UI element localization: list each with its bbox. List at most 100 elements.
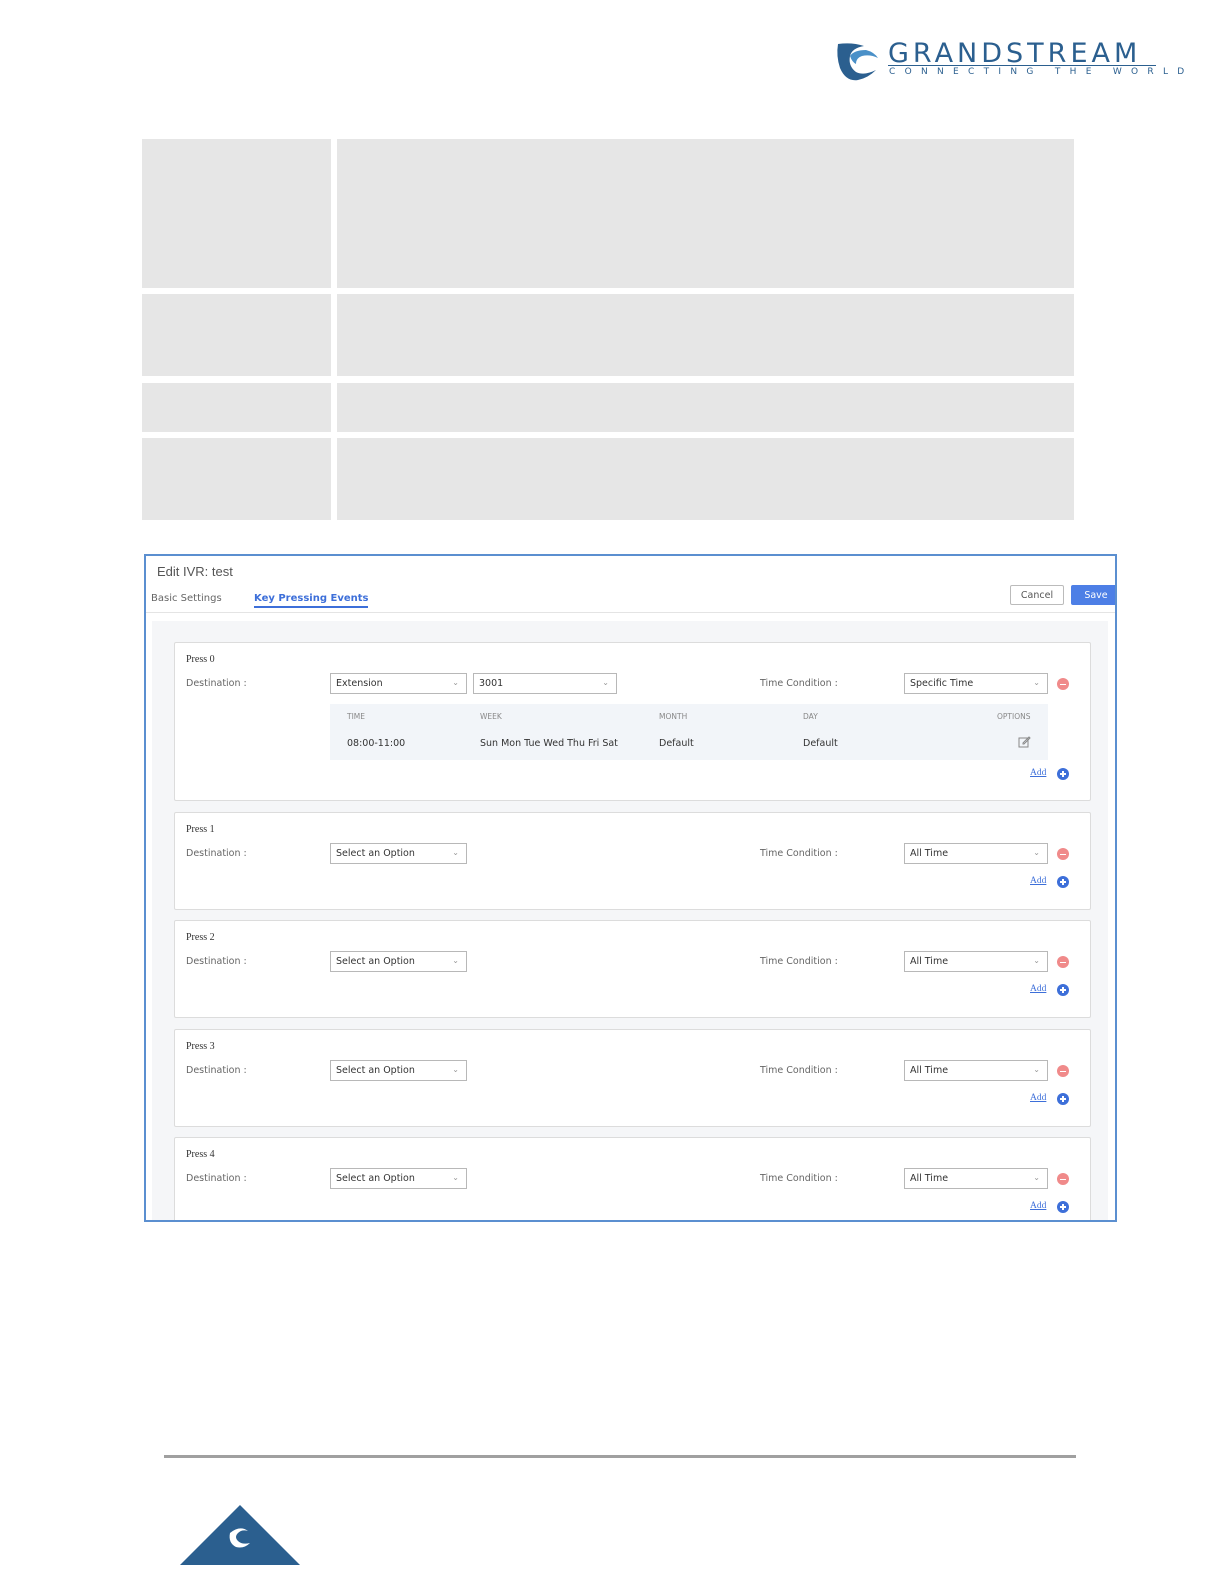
tab-key-pressing-events[interactable]: Key Pressing Events (254, 593, 369, 608)
table-header-week: WEEK (480, 712, 502, 721)
chevron-down-icon: ⌄ (452, 848, 459, 857)
destination-label: Destination : (186, 678, 247, 689)
destination-value: Extension (336, 678, 383, 689)
day-cell: Default (803, 738, 838, 749)
footer-divider (164, 1455, 1076, 1458)
table-cell (337, 438, 1074, 520)
table-header-time: TIME (347, 712, 366, 721)
time-condition-label: Time Condition : (760, 1173, 838, 1184)
destination-select[interactable]: Select an Option ⌄ (330, 843, 467, 864)
week-cell: Sun Mon Tue Wed Thu Fri Sat (480, 738, 618, 749)
table-row (142, 383, 1074, 432)
table-row (142, 294, 1074, 376)
chevron-down-icon: ⌄ (1033, 848, 1040, 857)
destination-value: Select an Option (336, 956, 415, 967)
table-cell (142, 139, 331, 288)
press-item: Press 3 Destination : Select an Option ⌄… (174, 1029, 1091, 1127)
table-header-options: OPTIONS (997, 712, 1031, 721)
time-condition-select[interactable]: All Time ⌄ (904, 951, 1048, 972)
time-condition-label: Time Condition : (760, 1065, 838, 1076)
time-condition-select[interactable]: Specific Time ⌄ (904, 673, 1048, 694)
destination-label: Destination : (186, 956, 247, 967)
add-icon[interactable] (1057, 1093, 1069, 1105)
remove-icon[interactable] (1057, 848, 1069, 860)
press-title: Press 3 (186, 1041, 215, 1052)
add-icon[interactable] (1057, 984, 1069, 996)
add-link[interactable]: Add (1030, 768, 1046, 778)
press-title: Press 0 (186, 654, 215, 665)
destination-select[interactable]: Select an Option ⌄ (330, 1168, 467, 1189)
grandstream-swoosh-icon (837, 43, 878, 81)
table-cell (337, 294, 1074, 376)
edit-icon[interactable] (1018, 735, 1031, 748)
table-cell (337, 139, 1074, 288)
chevron-down-icon: ⌄ (452, 1173, 459, 1182)
destination-value: Select an Option (336, 1065, 415, 1076)
destination-select[interactable]: Extension ⌄ (330, 673, 467, 694)
table-cell (337, 383, 1074, 432)
press-title: Press 4 (186, 1149, 215, 1160)
chevron-down-icon: ⌄ (1033, 678, 1040, 687)
chevron-down-icon: ⌄ (1033, 1065, 1040, 1074)
logo-tagline: CONNECTING THE WORLD (889, 67, 1194, 77)
extension-select[interactable]: 3001 ⌄ (473, 673, 617, 694)
destination-value: Select an Option (336, 848, 415, 859)
remove-icon[interactable] (1057, 1173, 1069, 1185)
table-row (142, 438, 1074, 520)
panel-title: Edit IVR: test (157, 564, 233, 579)
time-condition-label: Time Condition : (760, 678, 838, 689)
destination-value: Select an Option (336, 1173, 415, 1184)
time-condition-value: All Time (910, 1065, 949, 1076)
add-link[interactable]: Add (1030, 1201, 1046, 1211)
press-item: Press 1 Destination : Select an Option ⌄… (174, 812, 1091, 910)
time-condition-select[interactable]: All Time ⌄ (904, 843, 1048, 864)
time-condition-label: Time Condition : (760, 848, 838, 859)
grandstream-footer-icon (180, 1505, 300, 1565)
time-condition-table: TIME WEEK MONTH DAY OPTIONS 08:00-11:00 … (330, 704, 1048, 760)
save-button[interactable]: Save (1071, 585, 1115, 605)
chevron-down-icon: ⌄ (452, 956, 459, 965)
content-area: Press 0 Destination : Extension ⌄ 3001 ⌄… (152, 621, 1108, 1220)
destination-label: Destination : (186, 1065, 247, 1076)
grandstream-logo: GRANDSTREAM CONNECTING THE WORLD (834, 38, 1184, 86)
logo-divider (888, 65, 1156, 66)
time-condition-select[interactable]: All Time ⌄ (904, 1060, 1048, 1081)
press-title: Press 2 (186, 932, 215, 943)
add-icon[interactable] (1057, 876, 1069, 888)
chevron-down-icon: ⌄ (452, 678, 459, 687)
time-condition-label: Time Condition : (760, 956, 838, 967)
remove-icon[interactable] (1057, 678, 1069, 690)
press-item: Press 0 Destination : Extension ⌄ 3001 ⌄… (174, 642, 1091, 801)
edit-ivr-panel: Edit IVR: test Basic Settings Key Pressi… (144, 554, 1117, 1222)
table-cell (142, 438, 331, 520)
time-condition-select[interactable]: All Time ⌄ (904, 1168, 1048, 1189)
month-cell: Default (659, 738, 694, 749)
table-header-day: DAY (803, 712, 818, 721)
chevron-down-icon: ⌄ (1033, 956, 1040, 965)
destination-select[interactable]: Select an Option ⌄ (330, 1060, 467, 1081)
tabs-divider (146, 612, 1115, 613)
time-condition-value: Specific Time (910, 678, 974, 689)
chevron-down-icon: ⌄ (1033, 1173, 1040, 1182)
chevron-down-icon: ⌄ (602, 678, 609, 687)
destination-select[interactable]: Select an Option ⌄ (330, 951, 467, 972)
add-icon[interactable] (1057, 1201, 1069, 1213)
add-link[interactable]: Add (1030, 876, 1046, 886)
press-item: Press 4 Destination : Select an Option ⌄… (174, 1137, 1091, 1220)
add-link[interactable]: Add (1030, 1093, 1046, 1103)
remove-icon[interactable] (1057, 1065, 1069, 1077)
chevron-down-icon: ⌄ (452, 1065, 459, 1074)
time-condition-value: All Time (910, 956, 949, 967)
press-title: Press 1 (186, 824, 215, 835)
remove-icon[interactable] (1057, 956, 1069, 968)
time-condition-value: All Time (910, 848, 949, 859)
press-item: Press 2 Destination : Select an Option ⌄… (174, 920, 1091, 1018)
add-icon[interactable] (1057, 768, 1069, 780)
tab-basic-settings[interactable]: Basic Settings (151, 593, 222, 604)
cancel-button[interactable]: Cancel (1010, 585, 1064, 605)
time-condition-value: All Time (910, 1173, 949, 1184)
destination-label: Destination : (186, 848, 247, 859)
add-link[interactable]: Add (1030, 984, 1046, 994)
table-cell (142, 294, 331, 376)
extension-value: 3001 (479, 678, 504, 689)
